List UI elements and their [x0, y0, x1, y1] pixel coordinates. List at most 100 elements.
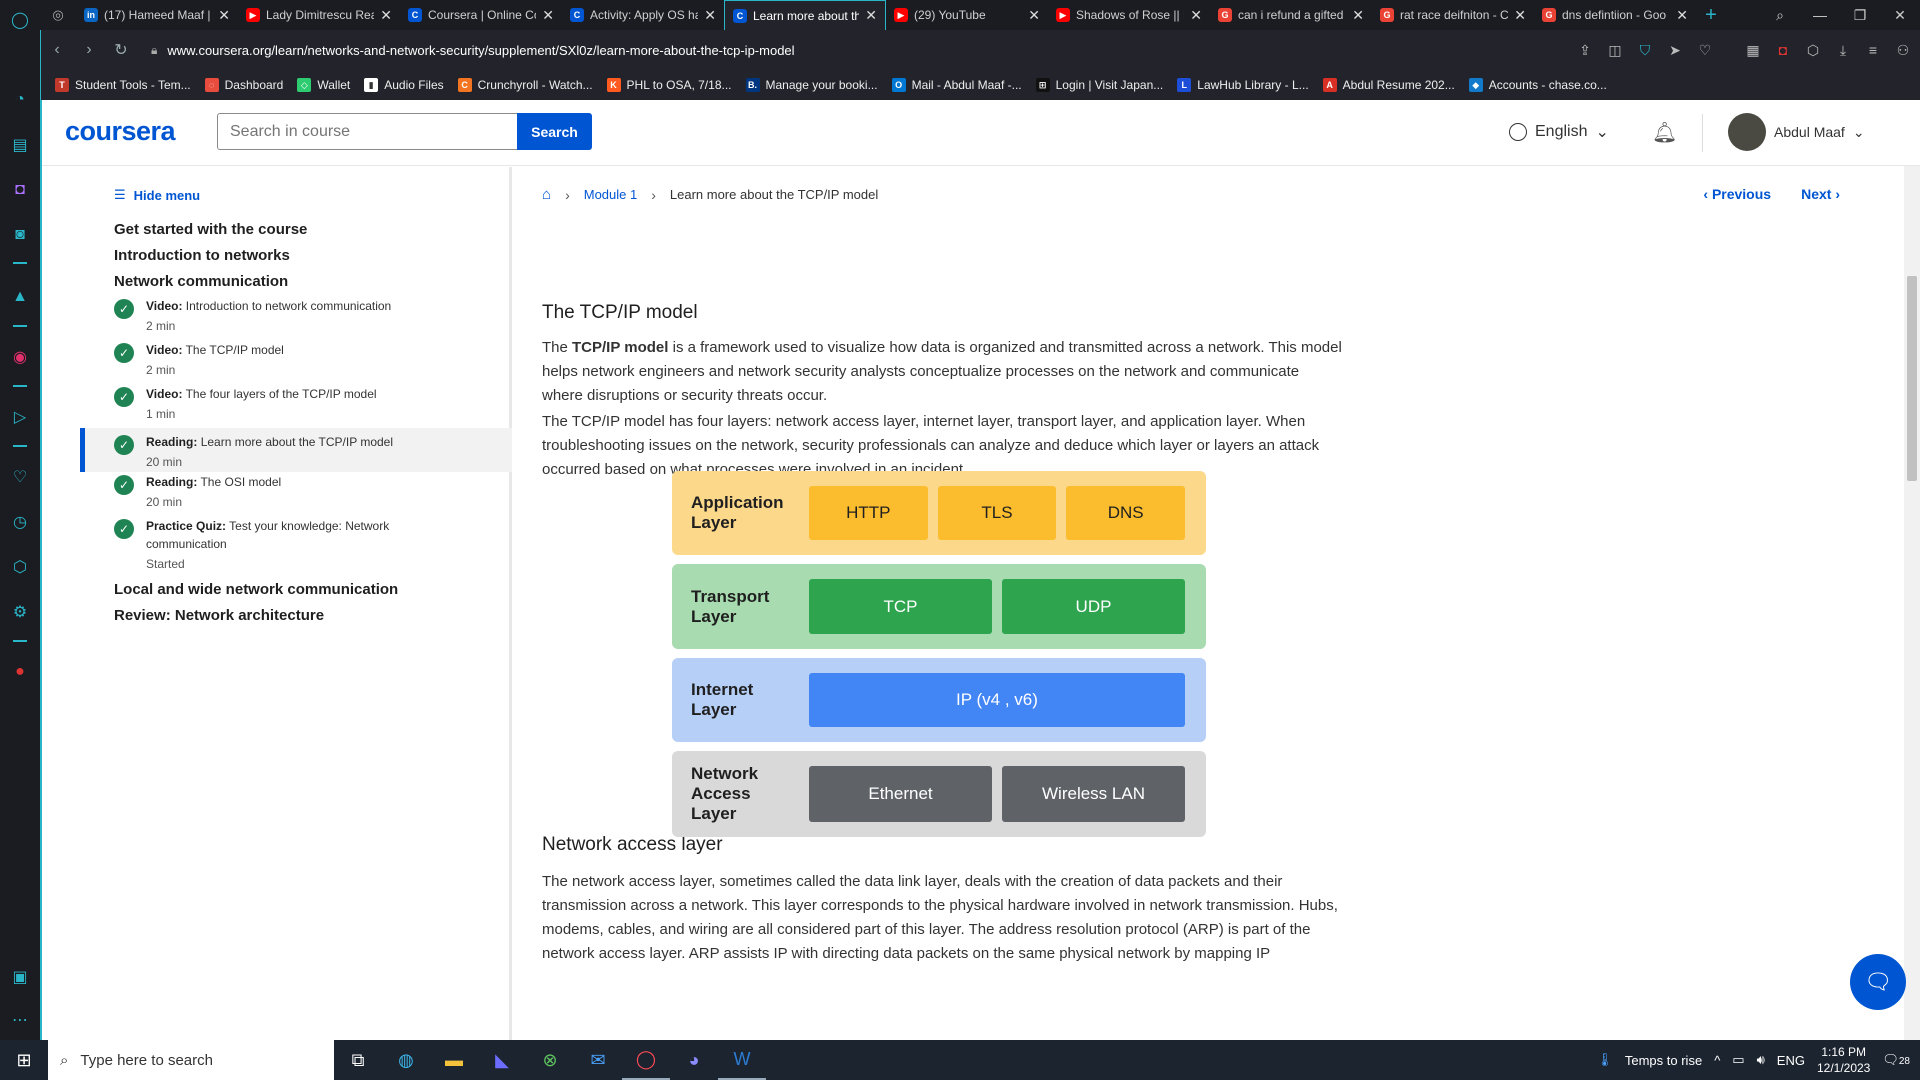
bookmark-item[interactable]: ⊞ Login | Visit Japan... — [1035, 78, 1163, 92]
bookmark-item[interactable]: ▮ Audio Files — [364, 78, 444, 92]
close-tab-icon[interactable]: ✕ — [380, 7, 392, 24]
forward-button[interactable]: › — [73, 34, 105, 66]
word-icon[interactable]: W — [718, 1040, 766, 1080]
bookmark-item[interactable]: ◌ Dashboard — [204, 78, 283, 92]
previous-button[interactable]: ‹ Previous — [1703, 186, 1771, 202]
opera-taskbar-icon[interactable]: ◯ — [622, 1040, 670, 1080]
browser-tab[interactable]: ▶ Shadows of Rose || R ✕ — [1048, 0, 1210, 30]
next-button[interactable]: Next › — [1801, 186, 1840, 202]
coursera-logo[interactable]: coursera — [65, 116, 176, 147]
discord-icon[interactable]: ◕ — [670, 1040, 718, 1080]
taskbar-search[interactable]: ⌕ Type here to search — [48, 1040, 334, 1080]
menu-section[interactable]: Network communication — [114, 273, 288, 290]
extension-icon[interactable]: ▦ — [1744, 42, 1762, 59]
menu-section[interactable]: Review: Network architecture — [114, 607, 324, 624]
gallery-icon[interactable]: ▣ — [8, 965, 32, 989]
bookmark-item[interactable]: K PHL to OSA, 7/18... — [606, 78, 732, 92]
menu-item[interactable]: ✓ Video: Introduction to network communic… — [80, 297, 512, 341]
notifications-bell-icon[interactable]: 🔔︎ — [1652, 120, 1677, 145]
menu-item[interactable]: ✓ Practice Quiz: Test your knowledge: Net… — [80, 517, 512, 579]
course-search-input[interactable] — [217, 113, 519, 150]
close-tab-icon[interactable]: ✕ — [1514, 7, 1526, 24]
ublock-icon[interactable]: ● — [8, 660, 32, 684]
history-clock-icon[interactable]: ◷ — [8, 510, 32, 534]
search-button[interactable]: Search — [517, 113, 592, 150]
home-icon[interactable]: ⌂ — [542, 186, 551, 203]
profile-icon[interactable]: ⚇ — [1894, 42, 1912, 59]
share-icon[interactable]: ⇪ — [1576, 42, 1594, 59]
user-menu[interactable]: Abdul Maaf ⌄ — [1728, 113, 1865, 151]
bookmark-item[interactable]: C Crunchyroll - Watch... — [457, 78, 593, 92]
url-field[interactable]: 🔒︎ www.coursera.org/learn/networks-and-n… — [151, 43, 795, 58]
tab-search-icon[interactable]: ⌕ — [1760, 0, 1800, 30]
language-indicator[interactable]: ENG — [1777, 1053, 1805, 1068]
restore-button[interactable]: ❐ — [1840, 0, 1880, 30]
menu-item[interactable]: ✓ Reading: Learn more about the TCP/IP mo… — [80, 428, 512, 472]
menu-section[interactable]: Local and wide network communication — [114, 581, 398, 598]
browser-tab[interactable]: C Activity: Apply OS ha ✕ — [562, 0, 724, 30]
volume-icon[interactable]: 🔊︎ — [1757, 1052, 1765, 1068]
minimize-button[interactable]: — — [1800, 0, 1840, 30]
menu-section[interactable]: Get started with the course — [114, 221, 307, 238]
favorites-heart-icon[interactable]: ♡ — [8, 465, 32, 489]
xbox-icon[interactable]: ⊗ — [526, 1040, 574, 1080]
bookmark-heart-icon[interactable]: ♡ — [1696, 42, 1714, 59]
browser-tab[interactable]: Gcan i refund a gifted ✕ — [1210, 0, 1372, 30]
browser-tab[interactable]: C Coursera | Online Co ✕ — [400, 0, 562, 30]
bookmark-item[interactable]: A Abdul Resume 202... — [1322, 78, 1455, 92]
bookmark-item[interactable]: L LawHub Library - L... — [1177, 78, 1309, 92]
chat-help-button[interactable]: 🗨︎ — [1850, 954, 1906, 1010]
menu-item[interactable]: ✓ Reading: The OSI model 20 min — [80, 473, 512, 517]
bookmark-item[interactable]: O Mail - Abdul Maaf -... — [891, 78, 1022, 92]
clock[interactable]: 1:16 PM 12/1/2023 — [1817, 1044, 1870, 1076]
browser-tab[interactable]: C Learn more about th ✕ — [724, 0, 886, 30]
close-tab-icon[interactable]: ✕ — [1352, 7, 1364, 24]
close-tab-icon[interactable]: ✕ — [865, 7, 877, 24]
browser-tab[interactable]: in (17) Hameed Maaf | ✕ — [76, 0, 238, 30]
file-explorer-icon[interactable]: ▬ — [430, 1040, 478, 1080]
instagram-icon[interactable]: ◉ — [8, 345, 32, 369]
bookmark-item[interactable]: ◆ Accounts - chase.co... — [1468, 78, 1607, 92]
browser-tab[interactable]: Grat race deifniton - C ✕ — [1372, 0, 1534, 30]
menu-item[interactable]: ✓ Video: The TCP/IP model 2 min — [80, 341, 512, 385]
mail-icon[interactable]: ✉ — [574, 1040, 622, 1080]
chevron-up-icon[interactable]: ^ — [1714, 1053, 1720, 1068]
extensions-cube-icon[interactable]: ⬡ — [8, 555, 32, 579]
close-tab-icon[interactable]: ✕ — [704, 7, 716, 24]
player-icon[interactable]: ▷ — [8, 405, 32, 429]
download-icon[interactable]: ⤓ — [1834, 42, 1852, 59]
speed-dial-icon[interactable]: ◔ — [8, 88, 32, 112]
close-window-button[interactable]: ✕ — [1880, 0, 1920, 30]
shopping-icon[interactable]: ▤ — [8, 133, 32, 157]
page-scrollbar[interactable] — [1904, 166, 1920, 1040]
reload-button[interactable]: ↻ — [105, 34, 137, 66]
close-tab-icon[interactable]: ✕ — [1676, 7, 1688, 24]
send-icon[interactable]: ➤ — [1666, 42, 1684, 59]
language-selector[interactable]: English ⌄ — [1509, 122, 1609, 142]
visual-studio-icon[interactable]: ◣ — [478, 1040, 526, 1080]
edge-icon[interactable]: ◍ — [382, 1040, 430, 1080]
aria-icon[interactable]: ▲ — [8, 285, 32, 309]
bookmark-item[interactable]: B. Manage your booki... — [745, 78, 878, 92]
notifications-icon[interactable]: 🗨︎28 — [1882, 1052, 1910, 1068]
vpn-shield-icon[interactable]: ⛉ — [1636, 42, 1654, 59]
workspaces-icon[interactable]: ◎ — [40, 0, 76, 30]
more-dots-icon[interactable]: ⋯ — [8, 1008, 32, 1032]
browser-tab[interactable]: ▶ (29) YouTube ✕ — [886, 0, 1048, 30]
network-icon[interactable]: ▭ — [1732, 1052, 1744, 1068]
new-tab-button[interactable]: + — [1696, 0, 1726, 30]
hide-menu-button[interactable]: ☰ Hide menu — [114, 187, 200, 203]
menu-section[interactable]: Introduction to networks — [114, 247, 290, 264]
bookmark-item[interactable]: T Student Tools - Tem... — [55, 78, 191, 92]
close-tab-icon[interactable]: ✕ — [1028, 7, 1040, 24]
close-tab-icon[interactable]: ✕ — [542, 7, 554, 24]
task-view-icon[interactable]: ⧉ — [334, 1040, 382, 1080]
settings-gear-icon[interactable]: ⚙ — [8, 600, 32, 624]
bookmark-item[interactable]: ◇ Wallet — [297, 78, 350, 92]
snapshot-camera-icon[interactable]: ◫ — [1606, 42, 1624, 59]
browser-tab[interactable]: ▶ Lady Dimitrescu Rea ✕ — [238, 0, 400, 30]
browser-tab[interactable]: Gdns defintiion - Goo ✕ — [1534, 0, 1696, 30]
weather-text[interactable]: Temps to rise — [1625, 1053, 1702, 1068]
opera-logo-icon[interactable]: ◯ — [8, 8, 32, 32]
ublock-extension-icon[interactable]: ◘ — [1774, 42, 1792, 58]
